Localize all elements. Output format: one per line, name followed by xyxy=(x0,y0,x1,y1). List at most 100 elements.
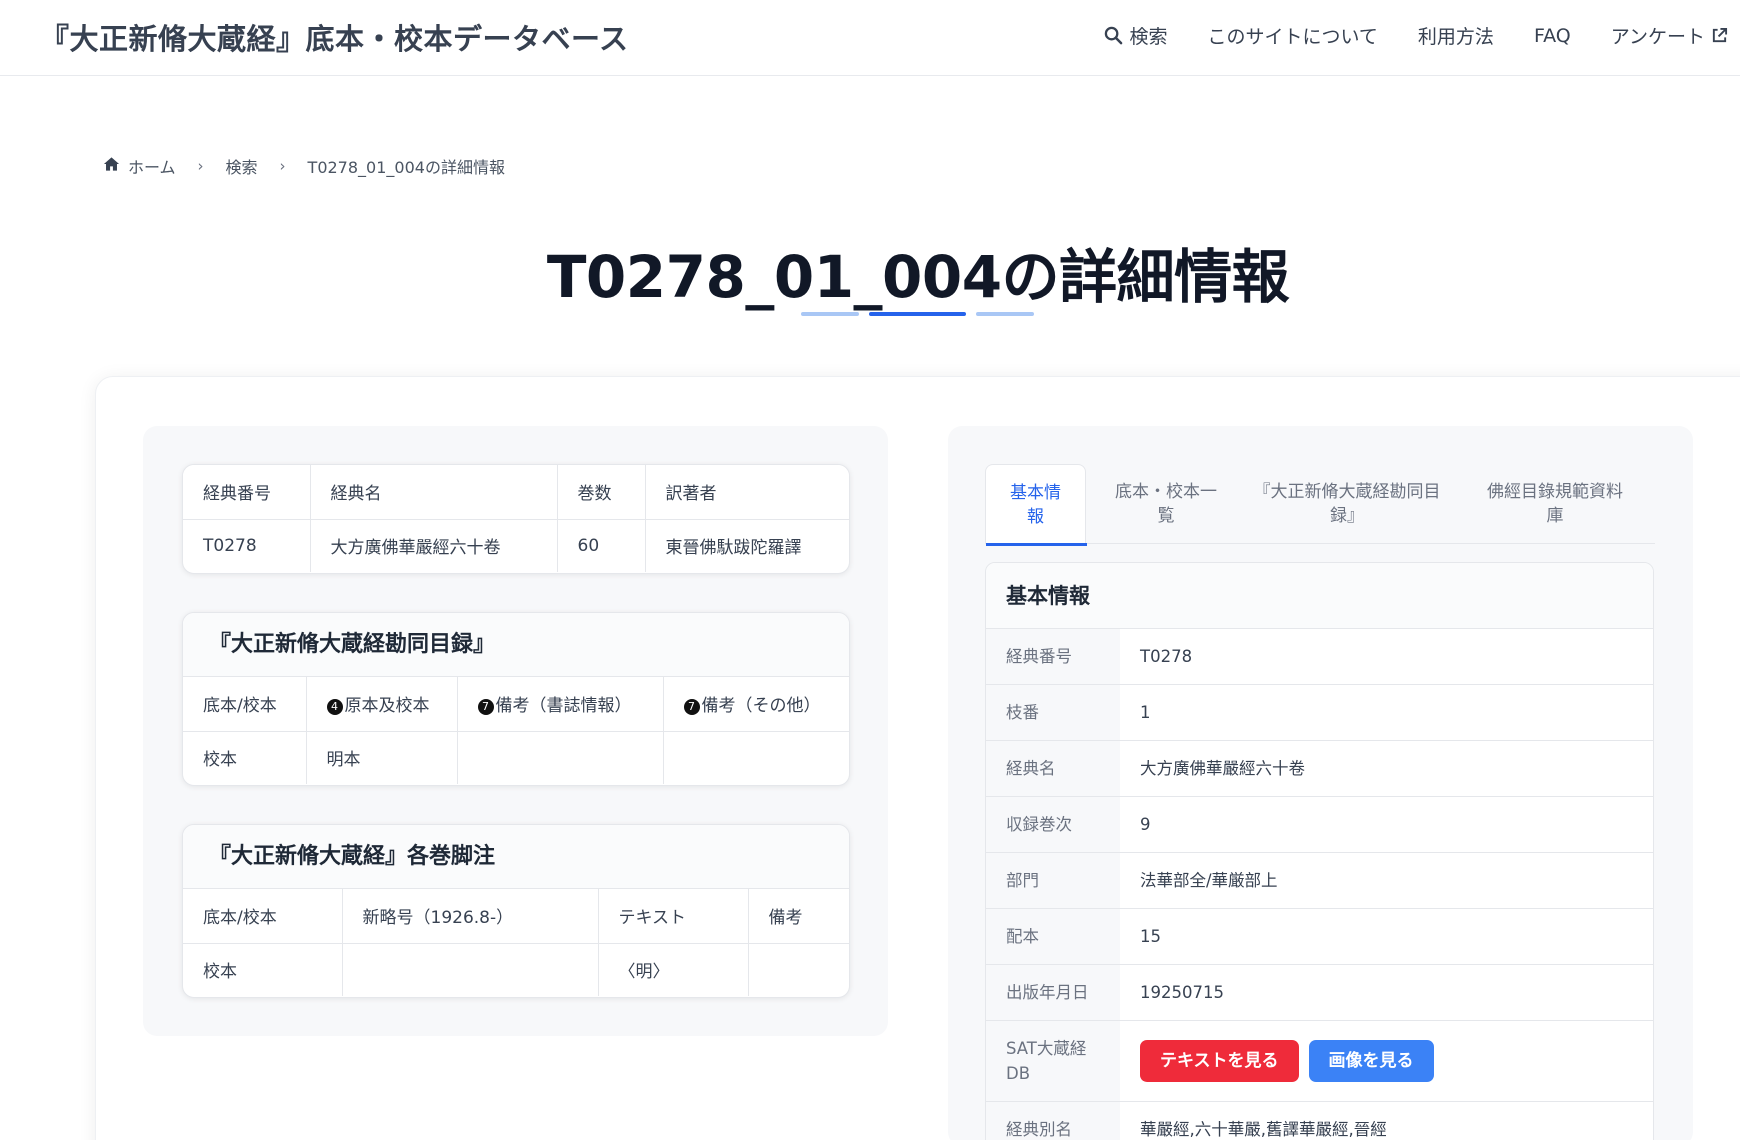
tab-label: 『大正新脩大蔵経勘同目 録』 xyxy=(1253,482,1441,526)
tab-label: 佛經目錄規範資料 庫 xyxy=(1487,482,1623,526)
info-label: 収録巻次 xyxy=(986,797,1120,852)
table-cell xyxy=(457,730,664,784)
chevron-right-icon: › xyxy=(197,157,204,175)
title-bar-center xyxy=(869,312,966,316)
circled-number-badge: 7 xyxy=(683,699,700,716)
breadcrumb-search[interactable]: 検索 xyxy=(226,154,258,178)
info-value: T0278 xyxy=(1140,647,1193,666)
nav-survey-label: アンケート xyxy=(1610,26,1705,48)
table-header: 訳著者 xyxy=(645,465,849,520)
info-label: 出版年月日 xyxy=(986,965,1120,1020)
table-header: 経典番号 xyxy=(183,465,311,520)
info-label: SAT大蔵経DB xyxy=(986,1021,1120,1101)
info-value: 法華部全/華厳部上 xyxy=(1140,871,1278,890)
table-cell: 校本 xyxy=(183,730,307,784)
chevron-right-icon: › xyxy=(279,157,286,175)
basic-info-card: 基本情報 経典番号 T0278 枝番 1 経典名 大方廣佛華嚴經六十卷 収録巻次… xyxy=(985,562,1654,1140)
table-cell: 東晉佛馱跋陀羅譯 xyxy=(645,518,849,572)
tab-label: 底本・校本一 覧 xyxy=(1115,482,1217,526)
home-icon xyxy=(103,156,120,176)
site-title[interactable]: 『大正新脩大蔵経』底本・校本データベース xyxy=(40,16,629,58)
tab-basic-info[interactable]: 基本情 報 xyxy=(985,464,1087,546)
table-row: T0278 大方廣佛華嚴經六十卷 60 東晉佛馱跋陀羅譯 xyxy=(183,518,849,572)
breadcrumb-home-label: ホーム xyxy=(128,158,176,177)
tab-edition-list[interactable]: 底本・校本一 覧 xyxy=(1092,464,1240,544)
table-header: 経典名 xyxy=(310,465,558,520)
breadcrumb: ホーム › 検索 › T0278_01_004の詳細情報 xyxy=(103,154,505,178)
table-cell xyxy=(663,730,849,784)
table-header: 7 備考（書誌情報） xyxy=(457,677,664,732)
circled-number-badge: 4 xyxy=(326,699,343,716)
info-label: 経典名 xyxy=(986,741,1120,796)
search-icon xyxy=(1104,26,1123,45)
title-bar-left xyxy=(801,312,859,316)
table-cell xyxy=(342,942,599,996)
table-header-label: 備考（書誌情報） xyxy=(495,696,632,717)
table-header: 底本/校本 xyxy=(183,677,307,732)
table-cell: 60 xyxy=(557,518,646,572)
info-label: 経典別名 xyxy=(986,1102,1120,1140)
nav-faq[interactable]: FAQ xyxy=(1534,22,1571,49)
nav-about[interactable]: このサイトについて xyxy=(1207,22,1377,49)
info-label: 配本 xyxy=(986,909,1120,964)
page-title: T0278_01_004の詳細情報 xyxy=(546,243,1290,311)
detail-tabs: 基本情 報 底本・校本一 覧 『大正新脩大蔵経勘同目 録』 佛經目錄規範資料 庫 xyxy=(985,464,1655,546)
nav-search[interactable]: 検索 xyxy=(1104,22,1167,49)
table-header: テキスト xyxy=(598,889,749,944)
info-row: 出版年月日 19250715 xyxy=(986,965,1653,1021)
sat-links: テキストを見る 画像を見る xyxy=(1120,1021,1653,1101)
info-row-sat: SAT大蔵経DB テキストを見る 画像を見る xyxy=(986,1021,1653,1102)
table-cell: 〈明〉 xyxy=(598,942,749,996)
site-header: 『大正新脩大蔵経』底本・校本データベース 検索 このサイトについて 利用方法 F… xyxy=(0,0,1740,76)
info-value: 19250715 xyxy=(1140,983,1224,1002)
info-label: 経典番号 xyxy=(986,629,1120,684)
table-cell: 明本 xyxy=(306,730,458,784)
tab-catalog-authority[interactable]: 佛經目錄規範資料 庫 xyxy=(1455,464,1655,544)
table-header: 底本/校本 xyxy=(183,889,343,944)
info-value: 華嚴經,六十華嚴,舊譯華嚴經,晉經 xyxy=(1140,1120,1387,1139)
kando-table: 『大正新脩大蔵経勘同目録』 底本/校本 4 原本及校本 7 備考（書誌情報） 7 備考… xyxy=(182,612,850,786)
active-tab-indicator xyxy=(986,543,1087,546)
circled-number-badge: 7 xyxy=(477,699,494,716)
tab-kando-mokuroku[interactable]: 『大正新脩大蔵経勘同目 録』 xyxy=(1247,464,1447,544)
sutra-summary-table: 経典番号 経典名 巻数 訳著者 T0278 大方廣佛華嚴經六十卷 60 東晉佛馱… xyxy=(182,464,850,574)
table-header: 備考 xyxy=(748,889,849,944)
table-cell: 大方廣佛華嚴經六十卷 xyxy=(310,518,558,572)
tab-label: 基本情 報 xyxy=(1010,482,1061,527)
table-header-label: 備考（その他） xyxy=(701,696,821,717)
breadcrumb-home[interactable]: ホーム xyxy=(103,154,176,178)
nav-search-label: 検索 xyxy=(1129,26,1168,48)
basic-info-title: 基本情報 xyxy=(986,563,1653,629)
table-header: 7 備考（その他） xyxy=(663,677,849,732)
main-nav: 検索 このサイトについて 利用方法 FAQ アンケート xyxy=(1104,22,1728,49)
footnote-table: 『大正新脩大蔵経』各巻脚注 底本/校本 新略号（1926.8-） テキスト 備考… xyxy=(182,824,850,998)
kando-table-title: 『大正新脩大蔵経勘同目録』 xyxy=(183,613,849,677)
info-row: 配本 15 xyxy=(986,909,1653,965)
info-value: 1 xyxy=(1140,703,1151,722)
nav-survey[interactable]: アンケート xyxy=(1611,22,1728,49)
nav-usage[interactable]: 利用方法 xyxy=(1418,22,1494,49)
table-row: 校本 明本 xyxy=(183,730,849,784)
info-row: 経典名 大方廣佛華嚴經六十卷 xyxy=(986,741,1653,797)
footnote-table-title: 『大正新脩大蔵経』各巻脚注 xyxy=(183,825,849,889)
view-image-button[interactable]: 画像を見る xyxy=(1308,1040,1434,1082)
info-row: 部門 法華部全/華厳部上 xyxy=(986,853,1653,909)
info-label: 部門 xyxy=(986,853,1120,908)
info-row: 経典別名 華嚴經,六十華嚴,舊譯華嚴經,晉經 xyxy=(986,1102,1653,1140)
info-row: 経典番号 T0278 xyxy=(986,629,1653,685)
breadcrumb-current: T0278_01_004の詳細情報 xyxy=(307,158,505,177)
table-cell: T0278 xyxy=(183,518,311,572)
view-text-button[interactable]: テキストを見る xyxy=(1140,1040,1299,1082)
table-header: 新略号（1926.8-） xyxy=(342,889,599,944)
table-header-label: 原本及校本 xyxy=(344,696,430,717)
info-row: 収録巻次 9 xyxy=(986,797,1653,853)
table-cell xyxy=(748,942,849,996)
table-header: 巻数 xyxy=(557,465,646,520)
info-row: 枝番 1 xyxy=(986,685,1653,741)
table-header: 4 原本及校本 xyxy=(306,677,458,732)
info-label: 枝番 xyxy=(986,685,1120,740)
info-value: 9 xyxy=(1140,815,1151,834)
info-value: 大方廣佛華嚴經六十卷 xyxy=(1140,759,1305,778)
table-cell: 校本 xyxy=(183,942,343,996)
title-bar-right xyxy=(976,312,1034,316)
